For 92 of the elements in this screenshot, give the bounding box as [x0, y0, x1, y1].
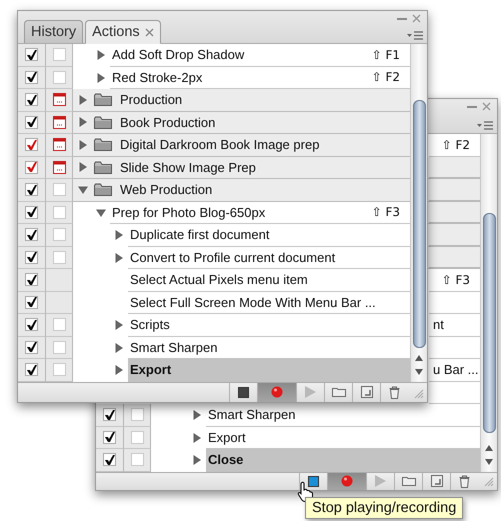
scroll-arrows-icon[interactable] [484, 442, 494, 466]
record-icon [341, 475, 353, 488]
collapsed-triangle-icon[interactable] [78, 140, 88, 150]
panel-tab[interactable]: Actions [85, 20, 161, 44]
shortcut-label: ⇧ F3 [442, 272, 470, 287]
action-name: Export [208, 430, 246, 445]
stop-icon [238, 386, 249, 398]
action-name: Close [208, 452, 244, 468]
scroll-thumb[interactable] [483, 213, 496, 433]
trash-icon [389, 386, 400, 399]
dialog-toggle[interactable] [52, 318, 66, 332]
action-name: Smart Sharpen [208, 407, 296, 422]
action-name: Production [120, 92, 182, 108]
shortcut-label: ⇧ F1 [372, 48, 400, 62]
shortcut-label: ⇧ F2 [372, 70, 400, 84]
stop-icon [308, 476, 319, 487]
collapsed-triangle-icon[interactable] [78, 162, 88, 172]
record-icon [271, 386, 283, 398]
list-row[interactable]: Export [128, 359, 410, 382]
scrollbar[interactable] [410, 44, 427, 382]
action-name: Smart Sharpen [130, 340, 218, 355]
dialog-icon[interactable] [52, 160, 66, 174]
folder-icon [94, 138, 112, 152]
dialog-toggle[interactable] [52, 206, 66, 219]
collapsed-triangle-icon[interactable] [96, 72, 106, 83]
folder-icon [94, 183, 112, 196]
close-icon[interactable] [144, 28, 154, 36]
action-name: Web Production [120, 182, 212, 198]
folder-icon [94, 160, 112, 174]
collapsed-triangle-icon[interactable] [114, 342, 124, 353]
dialog-icon[interactable] [52, 93, 66, 106]
new-item-icon [360, 386, 372, 398]
dialog-icon[interactable] [52, 116, 66, 129]
dialog-toggle[interactable] [52, 340, 66, 354]
collapsed-triangle-icon[interactable] [96, 50, 106, 60]
minimize-icon[interactable] [467, 105, 477, 109]
dialog-toggle[interactable] [130, 408, 144, 422]
action-name: Prep for Photo Blog-650px [112, 204, 266, 220]
play-icon [375, 475, 386, 488]
expanded-triangle-icon[interactable] [96, 208, 106, 218]
action-name: Export [130, 362, 172, 378]
dialog-toggle[interactable] [52, 48, 66, 62]
scroll-thumb[interactable] [413, 100, 426, 348]
action-name: Red Stroke-2px [112, 70, 202, 85]
collapsed-triangle-icon[interactable] [192, 410, 202, 420]
menu-icon[interactable] [477, 121, 493, 130]
panel-tab[interactable]: History [24, 20, 84, 43]
resize-grip-icon[interactable] [484, 477, 494, 487]
resize-grip-icon[interactable] [414, 389, 424, 399]
expanded-triangle-icon[interactable] [78, 184, 88, 195]
action-name: Book Production [120, 114, 216, 130]
collapsed-triangle-icon[interactable] [192, 432, 202, 443]
collapsed-triangle-icon[interactable] [78, 94, 88, 105]
minimize-icon[interactable] [397, 17, 407, 21]
folder-icon [94, 93, 112, 106]
action-name: Convert to Profile current document [130, 250, 336, 265]
dialog-toggle[interactable] [130, 453, 144, 466]
dialog-toggle[interactable] [52, 70, 66, 84]
dialog-toggle[interactable] [52, 183, 66, 196]
dialog-toggle[interactable] [52, 250, 66, 264]
tooltip: Stop playing/recording [305, 497, 464, 519]
shortcut-label: ⇧ F3 [372, 205, 400, 220]
dialog-toggle[interactable] [130, 430, 144, 444]
action-name: Select Actual Pixels menu item [130, 272, 308, 288]
action-name: Digital Darkroom Book Image prep [120, 137, 320, 152]
collapsed-triangle-icon[interactable] [114, 230, 124, 240]
folder-icon [94, 116, 112, 129]
action-name: u Bar ... [433, 362, 479, 378]
menu-icon[interactable] [407, 31, 423, 40]
scrollbar[interactable] [480, 134, 497, 472]
action-name: Scripts [130, 317, 170, 332]
dialog-toggle[interactable] [52, 363, 66, 376]
scroll-arrows-icon[interactable] [414, 352, 424, 376]
collapsed-triangle-icon[interactable] [114, 320, 124, 330]
folder-icon [402, 476, 416, 486]
trash-icon [459, 474, 470, 488]
collapsed-triangle-icon[interactable] [192, 455, 202, 466]
action-name: Add Soft Drop Shadow [112, 47, 244, 62]
dialog-toggle[interactable] [52, 228, 66, 242]
list-row[interactable]: Close [206, 449, 480, 472]
action-name: Duplicate first document [130, 227, 270, 242]
collapsed-triangle-icon[interactable] [78, 117, 88, 128]
new-item-icon [430, 475, 442, 488]
play-icon [305, 386, 316, 398]
collapsed-triangle-icon[interactable] [114, 252, 124, 263]
action-name: nt [433, 317, 444, 332]
action-name: Select Full Screen Mode With Menu Bar ... [130, 294, 376, 310]
action-name: Slide Show Image Prep [120, 160, 256, 175]
folder-icon [332, 387, 346, 398]
dialog-icon[interactable] [52, 138, 66, 152]
shortcut-label: ⇧ F2 [442, 138, 470, 152]
collapsed-triangle-icon[interactable] [114, 365, 124, 376]
